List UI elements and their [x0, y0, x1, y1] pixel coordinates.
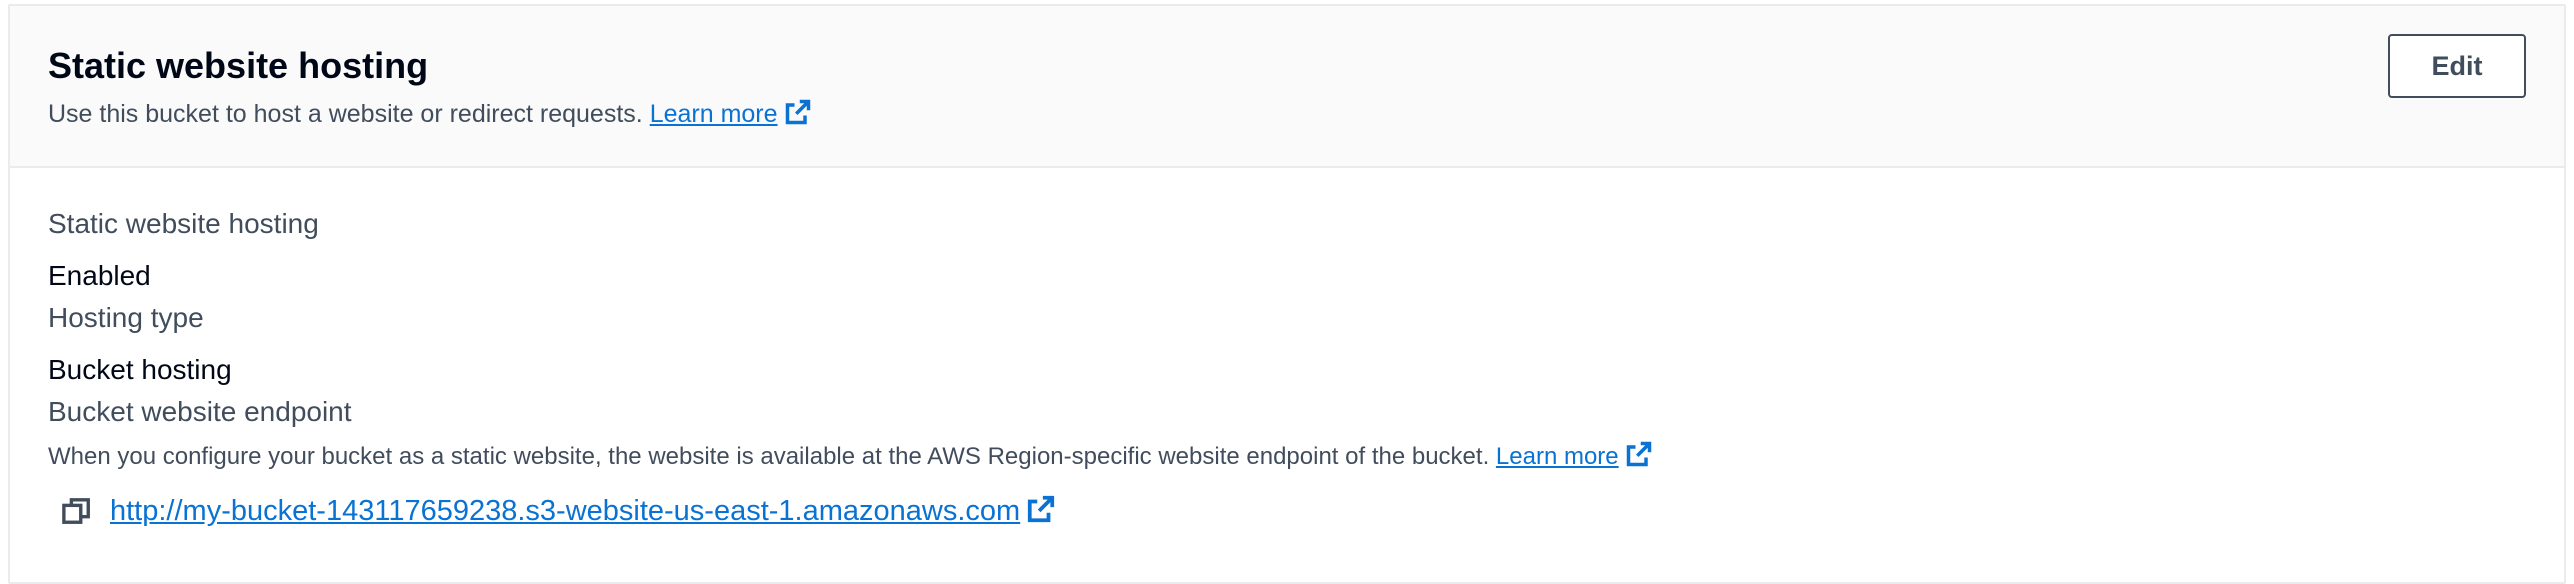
copy-icon[interactable] [62, 496, 92, 531]
external-link-icon [784, 98, 812, 133]
edit-button[interactable]: Edit [2388, 34, 2526, 98]
section-description: Use this bucket to host a website or red… [48, 98, 812, 133]
external-link-icon [1625, 440, 1653, 475]
learn-more-label: Learn more [649, 100, 778, 128]
endpoint-label: Bucket website endpoint [48, 396, 352, 427]
external-link-icon [1026, 494, 1056, 532]
learn-more-link[interactable]: Learn more [649, 99, 812, 128]
static-website-hosting-panel: Static website hosting Use this bucket t… [8, 4, 2566, 584]
hosting-status-label: Static website hosting [48, 208, 319, 239]
panel-header: Static website hosting Use this bucket t… [10, 6, 2564, 168]
endpoint-url-link[interactable]: http://my-bucket-143117659238.s3-website… [110, 494, 1056, 532]
endpoint-description: When you configure your bucket as a stat… [48, 440, 1653, 475]
endpoint-learn-more-link[interactable]: Learn more [1495, 441, 1653, 470]
hosting-type-value: Bucket hosting [48, 354, 232, 385]
endpoint-description-text: When you configure your bucket as a stat… [48, 443, 1490, 470]
section-description-text: Use this bucket to host a website or red… [48, 100, 643, 128]
section-title: Static website hosting [48, 45, 429, 86]
hosting-status-value: Enabled [48, 260, 151, 291]
hosting-type-label: Hosting type [48, 302, 204, 333]
endpoint-url: http://my-bucket-143117659238.s3-website… [110, 495, 1021, 527]
endpoint-learn-more-label: Learn more [1495, 443, 1619, 470]
